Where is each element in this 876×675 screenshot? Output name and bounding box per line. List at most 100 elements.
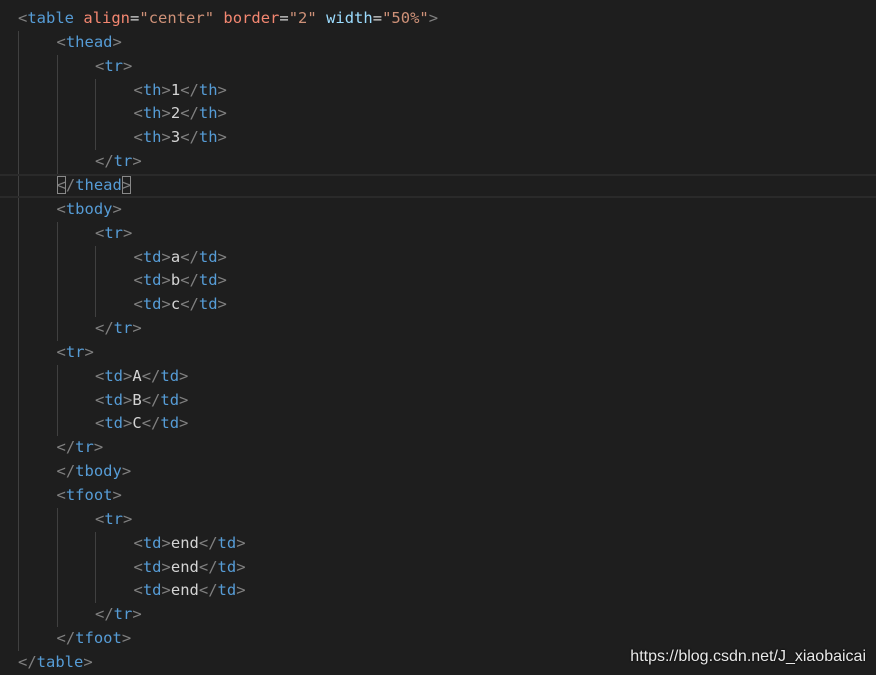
code-line[interactable]: <tr> xyxy=(0,55,876,79)
bracket-token: < xyxy=(95,366,105,385)
code-line[interactable]: <td>b</td> xyxy=(0,269,876,293)
code-line-current[interactable]: </thead> xyxy=(0,173,876,198)
code-line[interactable]: <table align="center" border="2" width="… xyxy=(0,7,876,31)
bracket-token: > xyxy=(236,533,246,552)
string-token: "2" xyxy=(288,9,317,27)
equals-token: = xyxy=(279,9,289,27)
bracket-token: > xyxy=(132,605,142,624)
attribute-token: align xyxy=(83,9,131,27)
bracket-token: > xyxy=(123,414,133,433)
tag-name-token: tr xyxy=(104,56,124,75)
tag-name-token: tr xyxy=(104,509,124,528)
tag-name-token: td xyxy=(142,533,162,552)
code-line[interactable]: <td>end</td> xyxy=(0,532,876,556)
bracket-token: > xyxy=(217,295,227,314)
bracket-token: < xyxy=(95,390,105,409)
tag-name-token: td xyxy=(217,581,237,600)
text-token: 3 xyxy=(170,128,181,147)
tag-name-token: th xyxy=(198,104,218,123)
matched-bracket-token: < xyxy=(56,175,66,194)
code-line[interactable]: <tbody> xyxy=(0,198,876,222)
code-line[interactable]: </tr> xyxy=(0,150,876,174)
code-line[interactable]: </tr> xyxy=(0,603,876,627)
code-line[interactable]: <tr> xyxy=(0,222,876,246)
bracket-token: < xyxy=(56,32,66,51)
string-token: "center" xyxy=(139,9,215,27)
bracket-token: </ xyxy=(180,295,199,314)
tag-name-token: tr xyxy=(113,152,133,171)
bracket-token: > xyxy=(123,509,133,528)
matched-bracket-token: > xyxy=(121,175,132,194)
tag-name-token: td xyxy=(160,414,180,433)
tag-name-token: td xyxy=(142,247,162,266)
code-line[interactable]: <td>A</td> xyxy=(0,365,876,389)
tag-name-token: tbody xyxy=(65,199,113,218)
tag-name-token: td xyxy=(198,295,218,314)
attribute-token: width xyxy=(326,9,373,27)
code-line[interactable]: <thead> xyxy=(0,31,876,55)
bracket-token: </ xyxy=(56,462,76,481)
tag-name-token: th xyxy=(142,104,162,123)
bracket-token: > xyxy=(161,128,171,147)
text-token: a xyxy=(170,247,181,266)
bracket-token: </ xyxy=(141,390,161,409)
tag-name-token: td xyxy=(104,366,124,385)
tag-name-token: tfoot xyxy=(75,629,122,648)
tag-name-token: tbody xyxy=(75,462,122,481)
tag-name-token: td xyxy=(198,271,218,290)
bracket-token: </ xyxy=(95,319,114,338)
code-line[interactable]: <tfoot> xyxy=(0,484,876,508)
tag-name-token: td xyxy=(217,533,237,552)
bracket-token: < xyxy=(56,486,66,504)
bracket-token: > xyxy=(161,533,171,552)
bracket-token: > xyxy=(132,152,142,171)
code-line[interactable]: <td>end</td> xyxy=(0,579,876,603)
tag-name-token: tr xyxy=(65,342,85,361)
tag-name-token: table xyxy=(27,9,75,27)
tag-name-token: td xyxy=(142,271,162,290)
bracket-token: > xyxy=(236,557,246,576)
bracket-token: > xyxy=(161,104,171,123)
code-line[interactable]: <tr> xyxy=(0,341,876,365)
code-line[interactable]: <td>c</td> xyxy=(0,293,876,317)
bracket-token: < xyxy=(133,557,143,576)
code-line[interactable]: </tr> xyxy=(0,317,876,341)
bracket-token: > xyxy=(161,295,171,314)
code-line[interactable]: <tr> xyxy=(0,508,876,532)
code-line[interactable]: <td>C</td> xyxy=(0,412,876,436)
bracket-token: < xyxy=(95,56,105,75)
code-line[interactable]: <th>1</th> xyxy=(0,79,876,103)
tag-name-token: td xyxy=(198,247,218,266)
bracket-token: > xyxy=(179,390,189,409)
tag-name-token: td xyxy=(160,390,180,409)
code-line[interactable]: <th>2</th> xyxy=(0,102,876,126)
bracket-token: </ xyxy=(180,247,199,266)
bracket-token: > xyxy=(123,56,133,75)
text-token: 2 xyxy=(170,104,181,123)
tag-name-token: th xyxy=(142,80,162,99)
bracket-token: > xyxy=(217,128,227,147)
bracket-token: < xyxy=(133,533,143,552)
code-line[interactable]: <td>B</td> xyxy=(0,389,876,413)
code-line[interactable]: <td>end</td> xyxy=(0,556,876,580)
tag-name-token: th xyxy=(142,128,162,147)
bracket-token: </ xyxy=(198,533,218,552)
bracket-token: > xyxy=(236,581,246,600)
bracket-token: < xyxy=(133,581,143,600)
bracket-token: > xyxy=(161,80,171,99)
text-token: end xyxy=(170,533,199,552)
text-token: end xyxy=(170,557,199,576)
tag-name-token: tr xyxy=(113,319,133,338)
code-line[interactable]: <td>a</td> xyxy=(0,246,876,270)
bracket-token: </ xyxy=(95,605,114,624)
code-line[interactable]: <th>3</th> xyxy=(0,126,876,150)
bracket-token: < xyxy=(95,414,105,433)
code-editor[interactable]: <table align="center" border="2" width="… xyxy=(0,0,876,674)
code-line[interactable]: </tr> xyxy=(0,436,876,460)
bracket-token: > xyxy=(123,390,133,409)
bracket-token: < xyxy=(133,271,143,290)
text-token: end xyxy=(170,581,199,600)
text-token: A xyxy=(132,366,142,385)
code-line[interactable]: </tbody> xyxy=(0,460,876,484)
bracket-token: </ xyxy=(180,271,199,290)
